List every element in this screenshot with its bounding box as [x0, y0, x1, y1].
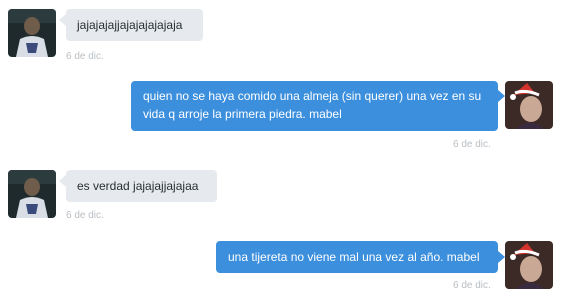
message-text: jajajajajjajajajajajaja: [77, 18, 183, 32]
message-bubble-outgoing: quien no se haya comido una almeja (sin …: [131, 81, 498, 131]
message-bubble-incoming: es verdad jajajajjajajaa: [66, 170, 217, 202]
message-text: es verdad jajajajjajajaa: [77, 179, 199, 193]
sender-avatar[interactable]: [8, 9, 56, 57]
sender-avatar[interactable]: [8, 170, 56, 218]
message-timestamp[interactable]: 6 de dic.: [66, 210, 104, 221]
message-text: quien no se haya comido una almeja (sin …: [143, 89, 482, 121]
message-text: una tijereta no viene mal una vez al año…: [228, 250, 480, 264]
message-timestamp[interactable]: 6 de dic.: [453, 139, 491, 150]
message-bubble-outgoing: una tijereta no viene mal una vez al año…: [216, 241, 498, 273]
message-bubble-incoming: jajajajajjajajajajajaja: [66, 9, 203, 41]
message-timestamp[interactable]: 6 de dic.: [66, 51, 104, 62]
message-timestamp[interactable]: 6 de dic.: [453, 280, 491, 291]
user-avatar[interactable]: [505, 241, 553, 289]
user-avatar[interactable]: [505, 81, 553, 129]
